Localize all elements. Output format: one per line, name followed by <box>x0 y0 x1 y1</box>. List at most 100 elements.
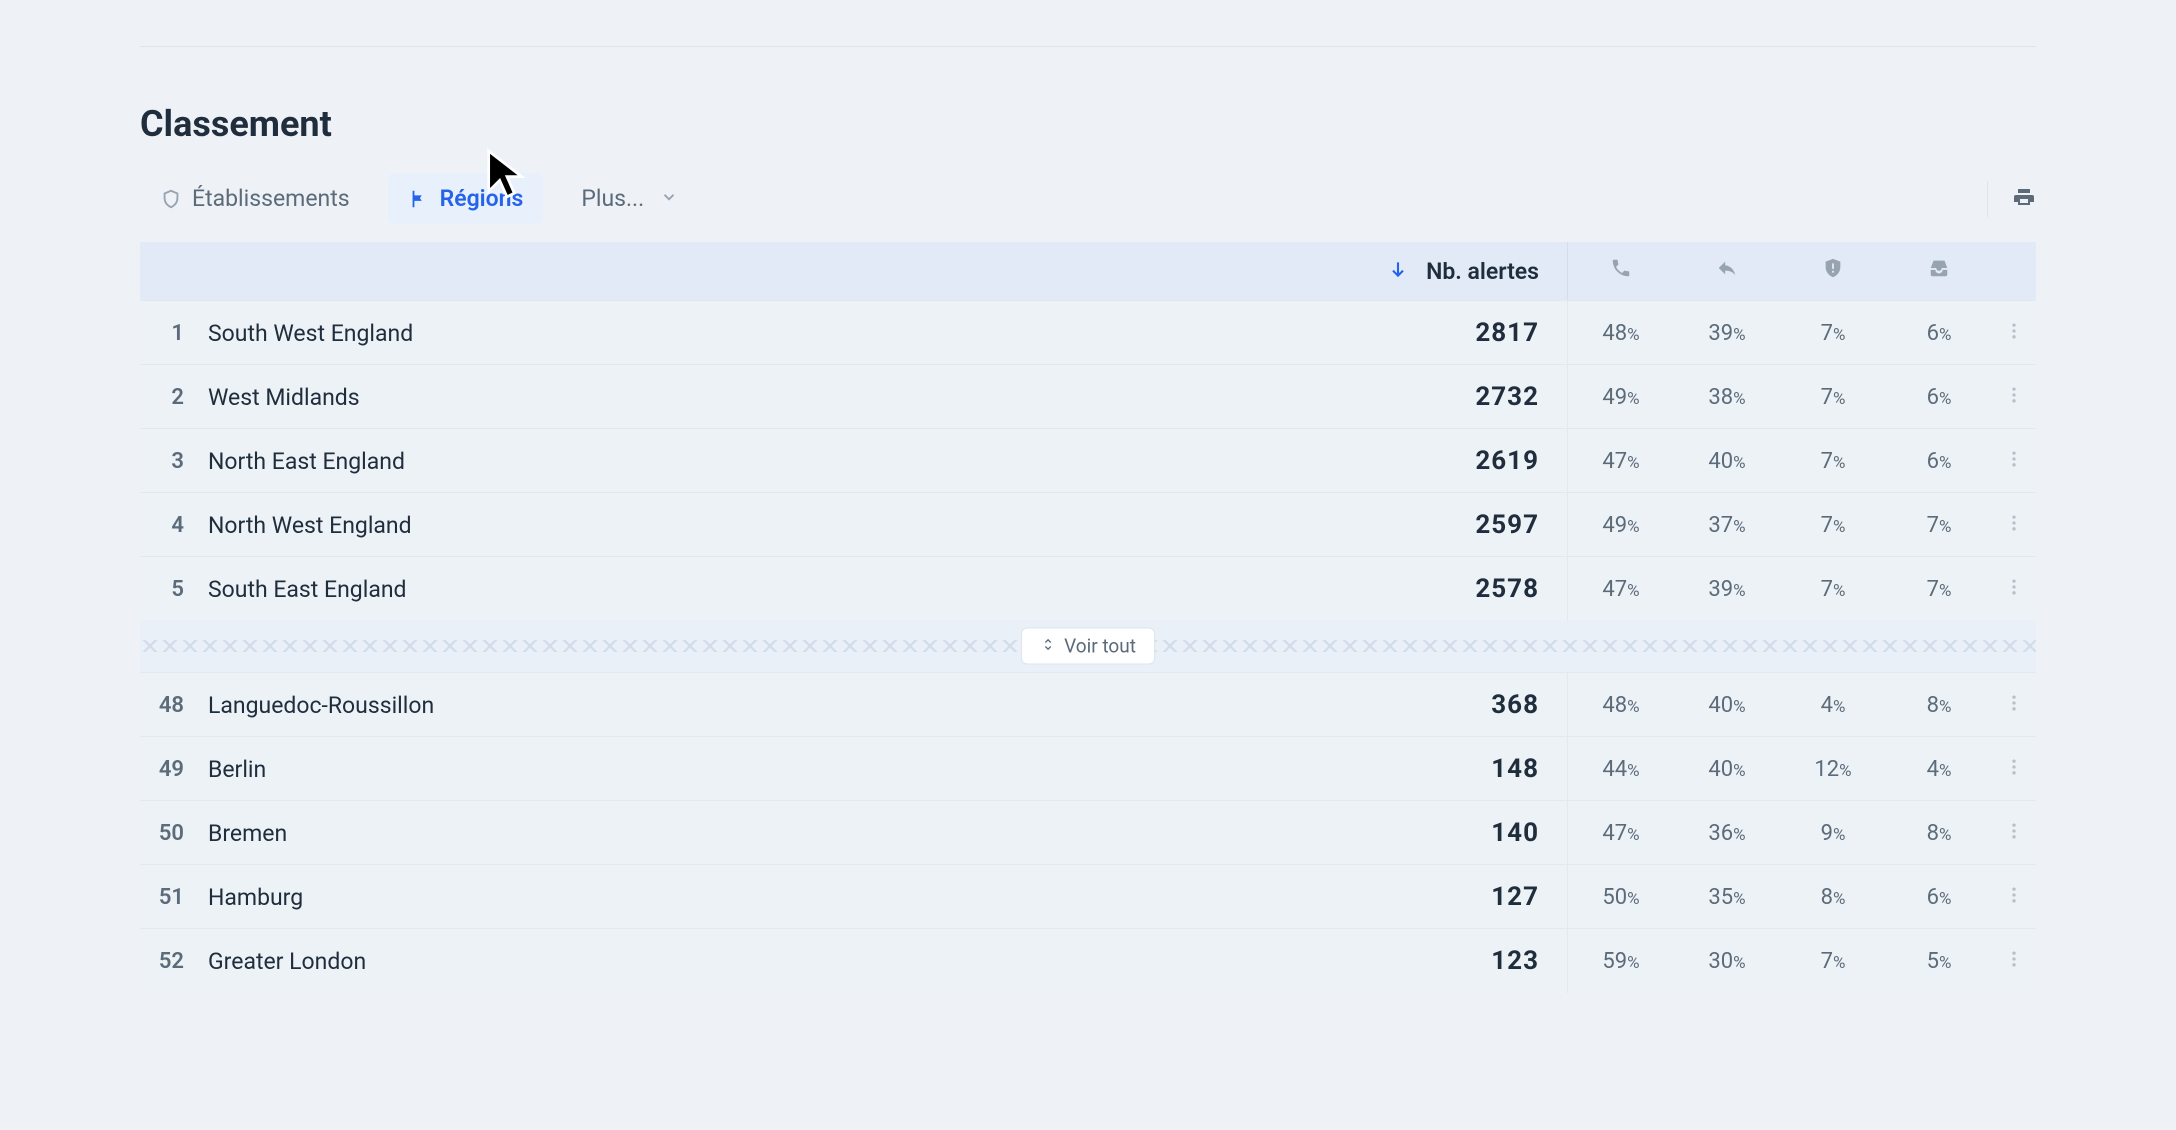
row-pct-inbox: 8% <box>1886 821 1992 846</box>
row-rank: 4 <box>140 513 200 538</box>
row-rank: 51 <box>140 885 200 910</box>
row-pct-phone: 50% <box>1568 885 1674 910</box>
more-vertical-icon <box>2004 692 2024 719</box>
row-pct-phone: 44% <box>1568 757 1674 782</box>
row-value: 127 <box>1367 882 1567 912</box>
row-pct-alert: 9% <box>1780 821 1886 846</box>
row-pct-phone: 49% <box>1568 385 1674 410</box>
row-value: 2619 <box>1367 446 1567 476</box>
row-rank: 1 <box>140 321 200 346</box>
column-header-phone[interactable] <box>1568 257 1674 285</box>
print-button[interactable] <box>2012 185 2036 213</box>
row-name: Hamburg <box>200 884 1367 911</box>
tab-label: Régions <box>440 185 524 212</box>
row-pct-alert: 7% <box>1780 949 1886 974</box>
column-header-alert[interactable] <box>1780 257 1886 285</box>
row-rank: 5 <box>140 577 200 602</box>
row-name: Bremen <box>200 820 1367 847</box>
reply-icon <box>1716 257 1738 285</box>
row-pct-alert: 8% <box>1780 885 1886 910</box>
row-pct-reply: 40% <box>1674 449 1780 474</box>
top-divider <box>140 46 2036 47</box>
row-more-button[interactable] <box>1992 320 2036 347</box>
more-vertical-icon <box>2004 512 2024 539</box>
row-name: West Midlands <box>200 384 1367 411</box>
row-name: North East England <box>200 448 1367 475</box>
row-value: 2732 <box>1367 382 1567 412</box>
more-vertical-icon <box>2004 448 2024 475</box>
table-row[interactable]: 5South East England257847%39%7%7% <box>140 556 2036 620</box>
row-more-button[interactable] <box>1992 576 2036 603</box>
tab-more[interactable]: Plus... <box>561 173 698 224</box>
table-row[interactable]: 4North West England259749%37%7%7% <box>140 492 2036 556</box>
row-more-button[interactable] <box>1992 948 2036 975</box>
table-row[interactable]: 49Berlin14844%40%12%4% <box>140 736 2036 800</box>
row-pct-alert: 4% <box>1780 693 1886 718</box>
row-value: 2817 <box>1367 318 1567 348</box>
row-pct-inbox: 6% <box>1886 321 1992 346</box>
row-more-button[interactable] <box>1992 512 2036 539</box>
table-row[interactable]: 52Greater London12359%30%7%5% <box>140 928 2036 992</box>
row-rank: 50 <box>140 821 200 846</box>
more-vertical-icon <box>2004 576 2024 603</box>
expand-all-button[interactable]: Voir tout <box>1021 628 1155 665</box>
table-row[interactable]: 2West Midlands273249%38%7%6% <box>140 364 2036 428</box>
table-split: Voir tout <box>140 624 2036 668</box>
row-pct-reply: 35% <box>1674 885 1780 910</box>
row-name: South East England <box>200 576 1367 603</box>
row-rank: 3 <box>140 449 200 474</box>
alert-shield-icon <box>1822 257 1844 285</box>
row-pct-phone: 59% <box>1568 949 1674 974</box>
row-pct-reply: 39% <box>1674 577 1780 602</box>
row-value: 368 <box>1367 690 1567 720</box>
row-value: 148 <box>1367 754 1567 784</box>
row-more-button[interactable] <box>1992 692 2036 719</box>
row-more-button[interactable] <box>1992 820 2036 847</box>
table-row[interactable]: 50Bremen14047%36%9%8% <box>140 800 2036 864</box>
row-more-button[interactable] <box>1992 448 2036 475</box>
row-pct-inbox: 4% <box>1886 757 1992 782</box>
row-pct-alert: 7% <box>1780 577 1886 602</box>
row-pct-phone: 47% <box>1568 577 1674 602</box>
row-value: 2597 <box>1367 510 1567 540</box>
column-header-reply[interactable] <box>1674 257 1780 285</box>
tab-regions[interactable]: Régions <box>388 173 544 224</box>
more-vertical-icon <box>2004 756 2024 783</box>
row-pct-inbox: 7% <box>1886 577 1992 602</box>
page-title: Classement <box>140 103 2036 145</box>
row-name: Berlin <box>200 756 1367 783</box>
table-row[interactable]: 1South West England281748%39%7%6% <box>140 300 2036 364</box>
column-header-alerts[interactable]: Nb. alertes <box>1367 258 1567 285</box>
row-pct-alert: 7% <box>1780 385 1886 410</box>
column-label: Nb. alertes <box>1426 258 1539 285</box>
row-pct-reply: 38% <box>1674 385 1780 410</box>
table-row[interactable]: 48Languedoc-Roussillon36848%40%4%8% <box>140 672 2036 736</box>
tab-group: Établissements Régions Plus... <box>140 173 698 224</box>
row-pct-inbox: 6% <box>1886 885 1992 910</box>
more-vertical-icon <box>2004 384 2024 411</box>
row-pct-reply: 36% <box>1674 821 1780 846</box>
shield-icon <box>160 188 182 210</box>
row-rank: 52 <box>140 949 200 974</box>
chevron-down-icon <box>660 185 678 212</box>
row-pct-phone: 48% <box>1568 693 1674 718</box>
flag-icon <box>408 188 430 210</box>
sort-desc-icon <box>1388 258 1408 285</box>
row-pct-inbox: 8% <box>1886 693 1992 718</box>
row-more-button[interactable] <box>1992 884 2036 911</box>
row-pct-alert: 7% <box>1780 513 1886 538</box>
row-pct-reply: 30% <box>1674 949 1780 974</box>
tab-establishments[interactable]: Établissements <box>140 173 370 224</box>
table-row[interactable]: 51Hamburg12750%35%8%6% <box>140 864 2036 928</box>
vertical-divider <box>1987 181 1988 217</box>
toolbar: Établissements Régions Plus... <box>140 173 2036 224</box>
row-pct-inbox: 6% <box>1886 385 1992 410</box>
ranking-table: Nb. alertes <box>140 242 2036 992</box>
row-rank: 49 <box>140 757 200 782</box>
row-more-button[interactable] <box>1992 756 2036 783</box>
column-header-inbox[interactable] <box>1886 257 1992 285</box>
row-more-button[interactable] <box>1992 384 2036 411</box>
row-pct-inbox: 7% <box>1886 513 1992 538</box>
table-row[interactable]: 3North East England261947%40%7%6% <box>140 428 2036 492</box>
row-pct-phone: 47% <box>1568 449 1674 474</box>
